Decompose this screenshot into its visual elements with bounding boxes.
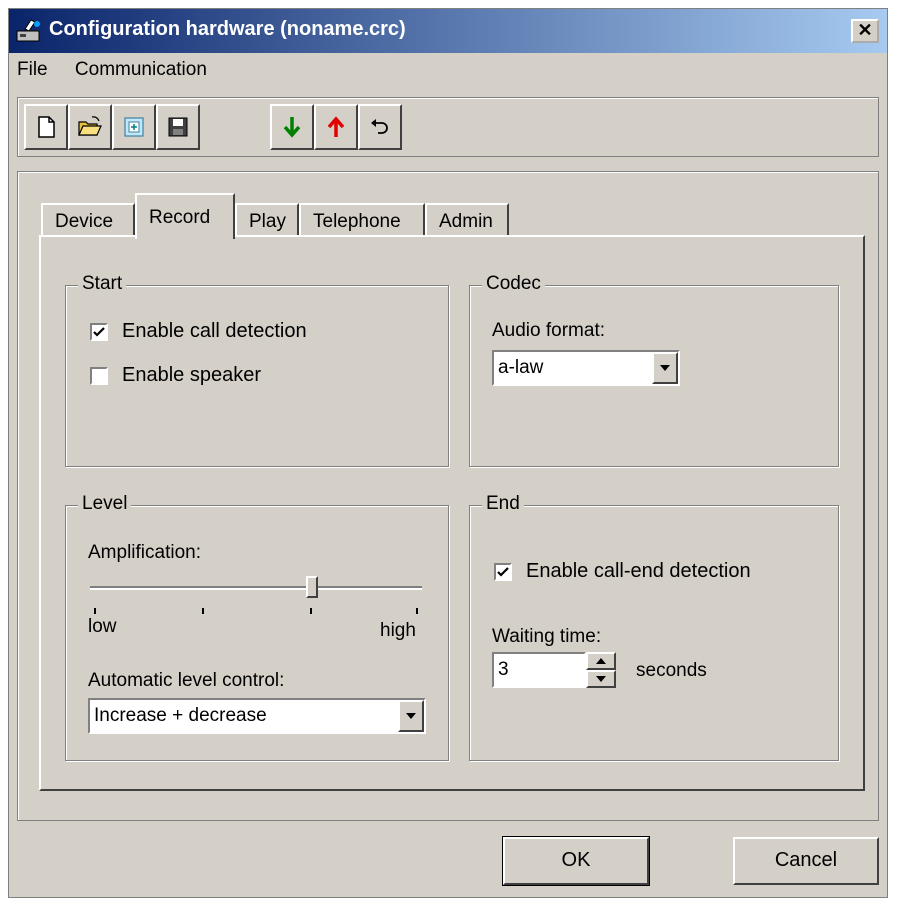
app-icon: [16, 19, 40, 42]
cancel-button[interactable]: Cancel: [733, 837, 879, 885]
waiting-time-value: 3: [498, 659, 509, 680]
menu-bar: File Communication: [17, 59, 229, 87]
toolbar-file-group: [24, 104, 200, 150]
save-button[interactable]: [156, 104, 200, 150]
amplification-slider-thumb[interactable]: [306, 576, 319, 598]
call-end-checkbox[interactable]: [494, 562, 512, 581]
slider-tick: [202, 608, 204, 614]
alc-dropdown-button[interactable]: [398, 700, 424, 732]
tab-telephone[interactable]: Telephone: [299, 203, 425, 237]
checkmark-icon: [93, 326, 105, 337]
new-button[interactable]: [24, 104, 68, 150]
audio-format-label: Audio format:: [492, 320, 605, 341]
open-button[interactable]: [68, 104, 112, 150]
start-group: Start Enable call detection Enable speak…: [65, 273, 449, 467]
speaker-row[interactable]: Enable speaker: [90, 364, 261, 387]
open-folder-icon: [78, 116, 102, 136]
new-file-icon: [38, 116, 55, 138]
end-group-title: End: [482, 493, 524, 515]
tab-record[interactable]: Record: [135, 193, 235, 239]
upload-arrow-icon: [327, 116, 345, 137]
slider-high-label: high: [380, 620, 416, 641]
alc-label: Automatic level control:: [88, 670, 285, 691]
ok-button[interactable]: OK: [502, 836, 650, 886]
chevron-down-icon: [596, 676, 606, 682]
end-group: End Enable call-end detection Waiting ti…: [469, 493, 839, 761]
alc-value: Increase + decrease: [94, 705, 267, 726]
import-button[interactable]: [112, 104, 156, 150]
speaker-checkbox[interactable]: [90, 366, 108, 385]
alc-select[interactable]: Increase + decrease: [88, 698, 426, 734]
menu-communication[interactable]: Communication: [75, 59, 207, 81]
menu-file[interactable]: File: [17, 59, 48, 81]
call-end-row[interactable]: Enable call-end detection: [494, 560, 751, 583]
amplification-slider-track[interactable]: [90, 586, 422, 590]
download-button[interactable]: [270, 104, 314, 150]
upload-button[interactable]: [314, 104, 358, 150]
import-icon: [124, 117, 144, 137]
chevron-up-icon: [596, 658, 606, 664]
slider-tick: [310, 608, 312, 614]
chevron-down-icon: [406, 713, 416, 719]
window-title: Configuration hardware (noname.crc): [49, 18, 406, 40]
amplification-label: Amplification:: [88, 542, 201, 563]
checkmark-icon: [497, 566, 509, 577]
spin-down-button[interactable]: [586, 670, 616, 688]
audio-format-dropdown-button[interactable]: [652, 352, 678, 384]
waiting-time-label: Waiting time:: [492, 626, 602, 647]
tab-admin[interactable]: Admin: [425, 203, 509, 237]
slider-tick: [416, 608, 418, 614]
start-group-title: Start: [78, 273, 127, 295]
tab-device[interactable]: Device: [41, 203, 135, 237]
title-bar[interactable]: Configuration hardware (noname.crc) ✕: [9, 9, 887, 53]
undo-icon: [371, 119, 388, 134]
call-detection-checkbox[interactable]: [90, 322, 108, 341]
level-group: Level Amplification: low high Automatic …: [65, 493, 449, 761]
codec-group: Codec Audio format: a-law: [469, 273, 839, 467]
call-detection-label: Enable call detection: [122, 320, 307, 342]
level-group-title: Level: [78, 493, 132, 515]
spin-up-button[interactable]: [586, 652, 616, 670]
audio-format-value: a-law: [498, 357, 544, 378]
speaker-label: Enable speaker: [122, 364, 261, 386]
close-icon: ✕: [857, 20, 873, 40]
seconds-label: seconds: [636, 660, 707, 681]
close-button[interactable]: ✕: [851, 19, 879, 43]
slider-tick: [94, 608, 96, 614]
codec-group-title: Codec: [482, 273, 545, 295]
toolbar: [17, 97, 879, 157]
call-detection-row[interactable]: Enable call detection: [90, 320, 307, 343]
toolbar-transfer-group: [270, 104, 402, 150]
tab-play[interactable]: Play: [235, 203, 299, 237]
undo-button[interactable]: [358, 104, 402, 150]
audio-format-select[interactable]: a-law: [492, 350, 680, 386]
call-end-label: Enable call-end detection: [526, 560, 751, 582]
record-tab-panel: Start Enable call detection Enable speak…: [39, 235, 865, 791]
chevron-down-icon: [660, 365, 670, 371]
slider-low-label: low: [88, 616, 117, 637]
waiting-time-input[interactable]: 3: [492, 652, 586, 688]
download-arrow-icon: [283, 117, 301, 138]
save-icon: [168, 117, 188, 137]
config-window: Configuration hardware (noname.crc) ✕ Fi…: [8, 8, 888, 898]
